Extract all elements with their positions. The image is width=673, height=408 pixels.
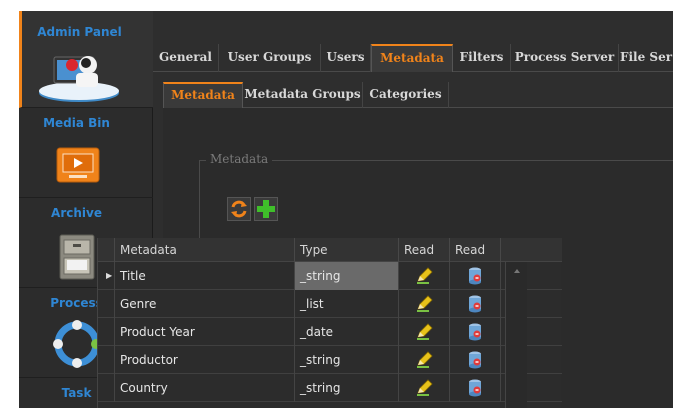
row-header-cell[interactable] — [98, 374, 115, 402]
column-header-metadata[interactable]: Metadata — [115, 238, 295, 262]
tab-general[interactable]: General — [153, 44, 219, 72]
current-row-icon: ▶ — [106, 271, 113, 280]
tab-file-server[interactable]: File Ser — [619, 44, 673, 72]
column-header-type[interactable]: Type — [295, 238, 399, 262]
main-tabbar: General User Groups Users Metadata Filte… — [153, 44, 673, 72]
edit-cell[interactable] — [399, 318, 450, 346]
pencil-edit-icon[interactable] — [415, 379, 433, 407]
row-header-cell[interactable] — [98, 290, 115, 318]
delete-cell[interactable] — [450, 374, 501, 402]
delete-cell[interactable] — [450, 262, 501, 290]
metadata-cell[interactable]: Product Year — [115, 318, 295, 346]
row-header-cell[interactable] — [98, 318, 115, 346]
archive-cabinet-icon — [59, 234, 95, 283]
vertical-scrollbar[interactable] — [505, 262, 527, 408]
type-cell[interactable]: _list — [295, 290, 399, 318]
subtab-categories[interactable]: Categories — [363, 82, 449, 108]
database-delete-icon[interactable] — [467, 378, 483, 408]
add-button[interactable] — [254, 197, 278, 221]
row-header-cell — [98, 238, 115, 262]
subtab-metadata[interactable]: Metadata — [163, 82, 243, 108]
table-row[interactable]: Product Year _date — [98, 318, 562, 346]
grid-header: Metadata Type Read Read — [98, 238, 562, 262]
edit-cell[interactable] — [399, 346, 450, 374]
metadata-cell[interactable]: Genre — [115, 290, 295, 318]
sidebar-item-label: Admin Panel — [37, 25, 122, 39]
sidebar-item-media-bin[interactable]: Media Bin — [19, 108, 153, 198]
tab-process-server[interactable]: Process Server — [511, 44, 619, 72]
metadata-grid: Metadata Type Read Read ▶ Title _string Gen… — [97, 238, 562, 408]
refresh-button[interactable] — [227, 197, 251, 221]
row-header-cell[interactable] — [98, 346, 115, 374]
table-row[interactable]: ▶ Title _string — [98, 262, 562, 290]
sidebar-item-label: Archive — [51, 206, 102, 220]
tab-metadata[interactable]: Metadata — [371, 44, 453, 72]
metadata-cell[interactable]: Country — [115, 374, 295, 402]
tab-filters[interactable]: Filters — [453, 44, 511, 72]
process-cycle-icon — [51, 318, 103, 373]
table-row[interactable]: Country _string — [98, 374, 562, 402]
scroll-up-icon — [514, 269, 520, 273]
table-row[interactable]: Productor _string — [98, 346, 562, 374]
sidebar-item-label: Media Bin — [43, 116, 110, 130]
metadata-cell[interactable]: Productor — [115, 346, 295, 374]
delete-cell[interactable] — [450, 290, 501, 318]
metadata-cell[interactable]: Title — [115, 262, 295, 290]
type-cell[interactable]: _date — [295, 318, 399, 346]
group-title: Metadata — [206, 152, 273, 166]
row-header-cell[interactable]: ▶ — [98, 262, 115, 290]
table-row[interactable]: Genre _list — [98, 290, 562, 318]
subtab-metadata-groups[interactable]: Metadata Groups — [243, 82, 363, 108]
edit-cell[interactable] — [399, 374, 450, 402]
admin-user-icon — [32, 49, 127, 107]
app-window: Admin Panel Media Bin Archive Process Ta… — [19, 11, 673, 408]
tab-users[interactable]: Users — [321, 44, 371, 72]
sidebar-item-admin-panel[interactable]: Admin Panel — [19, 11, 153, 108]
refresh-icon — [228, 200, 250, 223]
add-icon — [255, 200, 277, 223]
media-monitor-icon — [56, 147, 100, 186]
column-header-read[interactable]: Read — [399, 238, 450, 262]
delete-cell[interactable] — [450, 346, 501, 374]
delete-cell[interactable] — [450, 318, 501, 346]
edit-cell[interactable] — [399, 262, 450, 290]
tab-user-groups[interactable]: User Groups — [219, 44, 321, 72]
type-cell[interactable]: _string — [295, 346, 399, 374]
sub-tabbar: Metadata Metadata Groups Categories — [163, 82, 673, 108]
type-cell[interactable]: _string — [295, 262, 399, 290]
edit-cell[interactable] — [399, 290, 450, 318]
type-cell[interactable]: _string — [295, 374, 399, 402]
column-header-read-2[interactable]: Read — [450, 238, 501, 262]
